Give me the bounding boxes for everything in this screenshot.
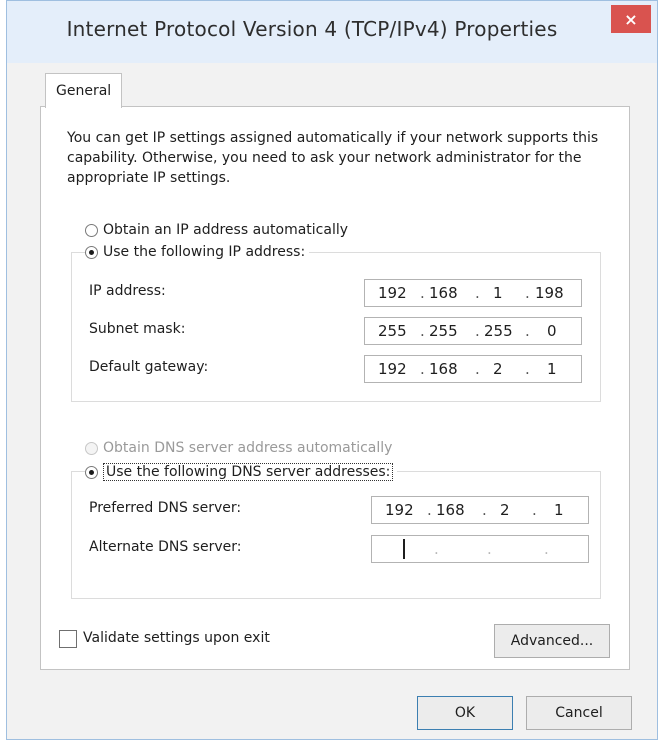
close-button[interactable]: × <box>611 5 651 33</box>
octet-4: 198 <box>535 284 564 302</box>
radio-use-following-ip[interactable]: Use the following IP address: <box>85 244 310 260</box>
subnet-mask-label: Subnet mask: <box>89 321 186 337</box>
default-gateway-label: Default gateway: <box>89 359 209 375</box>
dialog-window: Internet Protocol Version 4 (TCP/IPv4) P… <box>6 0 658 740</box>
radio-button-icon[interactable] <box>85 441 98 455</box>
octet-4: 1 <box>554 501 564 519</box>
octet-2: 255 <box>429 322 458 340</box>
radio-label: Use the following DNS server addresses: <box>103 463 394 481</box>
validate-checkbox-label: Validate settings upon exit <box>83 630 270 646</box>
radio-use-following-dns[interactable]: Use the following DNS server addresses: <box>85 463 398 481</box>
subnet-mask-input[interactable]: 255 . 255 . 255 . 0 <box>364 317 582 345</box>
octet-4: 1 <box>547 360 557 378</box>
octet-3: 255 <box>484 322 513 340</box>
octet-4: 0 <box>547 322 557 340</box>
octet-1: 192 <box>378 284 407 302</box>
radio-label: Obtain an IP address automatically <box>103 222 349 238</box>
ip-address-input[interactable]: 192 . 168 . 1 . 198 <box>364 279 582 307</box>
validate-checkbox[interactable] <box>59 630 77 648</box>
octet-2: 168 <box>429 360 458 378</box>
text-caret <box>403 539 405 559</box>
dialog-title: Internet Protocol Version 4 (TCP/IPv4) P… <box>66 17 558 41</box>
octet-1: 192 <box>385 501 414 519</box>
radio-button-icon[interactable] <box>85 245 98 259</box>
title-bar[interactable]: Internet Protocol Version 4 (TCP/IPv4) P… <box>7 1 657 63</box>
radio-label: Use the following IP address: <box>103 244 306 260</box>
octet-2: 168 <box>429 284 458 302</box>
advanced-button[interactable]: Advanced... <box>494 624 610 658</box>
octet-3: 2 <box>500 501 510 519</box>
octet-3: 1 <box>493 284 503 302</box>
alternate-dns-label: Alternate DNS server: <box>89 539 242 555</box>
tab-general[interactable]: General <box>45 73 123 108</box>
ip-address-label: IP address: <box>89 283 166 299</box>
radio-obtain-dns-auto[interactable]: Obtain DNS server address automatically <box>85 440 392 456</box>
radio-label: Obtain DNS server address automatically <box>103 440 393 456</box>
octet-2: 168 <box>436 501 465 519</box>
cancel-button[interactable]: Cancel <box>526 696 632 730</box>
radio-button-icon[interactable] <box>85 465 98 479</box>
octet-1: 255 <box>378 322 407 340</box>
alternate-dns-input[interactable]: . . . <box>371 535 589 563</box>
close-icon: × <box>624 9 638 29</box>
radio-obtain-ip-auto[interactable]: Obtain an IP address automatically <box>85 222 348 238</box>
preferred-dns-input[interactable]: 192 . 168 . 2 . 1 <box>371 496 589 524</box>
radio-button-icon[interactable] <box>85 223 98 237</box>
preferred-dns-label: Preferred DNS server: <box>89 500 242 516</box>
octet-3: 2 <box>493 360 503 378</box>
default-gateway-input[interactable]: 192 . 168 . 2 . 1 <box>364 355 582 383</box>
octet-1: 192 <box>378 360 407 378</box>
ok-button[interactable]: OK <box>417 696 513 730</box>
general-tab-panel: You can get IP settings assigned automat… <box>40 106 630 670</box>
dialog-client-area: General You can get IP settings assigned… <box>7 63 657 739</box>
description-text: You can get IP settings assigned automat… <box>67 130 599 186</box>
